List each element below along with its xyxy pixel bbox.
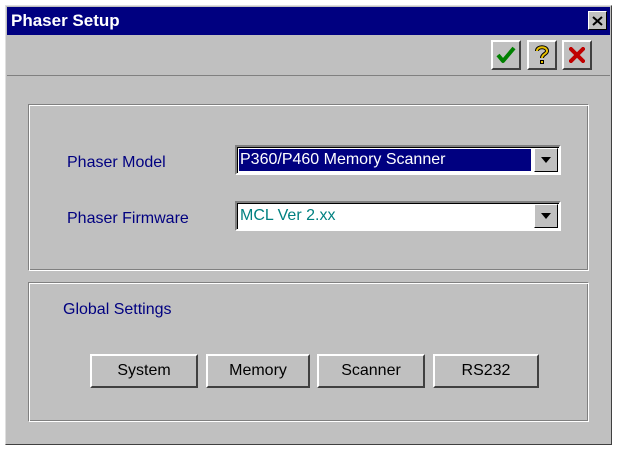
checkmark-icon xyxy=(496,46,516,63)
ok-button[interactable] xyxy=(491,40,521,70)
x-icon xyxy=(569,47,585,63)
toolbar xyxy=(7,35,610,76)
help-button[interactable] xyxy=(527,40,557,70)
phaser-firmware-label: Phaser Firmware xyxy=(67,210,189,227)
rs232-button[interactable]: RS232 xyxy=(433,354,539,388)
phaser-panel: Phaser Model P360/P460 Memory Scanner Ph… xyxy=(28,104,589,271)
chevron-down-icon xyxy=(541,157,551,163)
phaser-model-dropdown[interactable]: P360/P460 Memory Scanner xyxy=(235,145,561,175)
memory-button[interactable]: Memory xyxy=(206,354,310,388)
close-button[interactable] xyxy=(588,11,607,30)
chevron-down-icon xyxy=(541,213,551,219)
cancel-button[interactable] xyxy=(562,40,592,70)
global-settings-title: Global Settings xyxy=(63,301,172,318)
phaser-model-value: P360/P460 Memory Scanner xyxy=(239,149,531,171)
close-icon xyxy=(592,15,603,26)
phaser-firmware-dropdown-button[interactable] xyxy=(534,204,558,228)
phaser-setup-window: Phaser Setup Phaser Model P360/P460 Memo… xyxy=(5,5,612,445)
system-button[interactable]: System xyxy=(90,354,198,388)
phaser-model-dropdown-button[interactable] xyxy=(534,148,558,172)
scanner-button[interactable]: Scanner xyxy=(317,354,425,388)
question-mark-icon xyxy=(535,45,550,64)
phaser-firmware-dropdown[interactable]: MCL Ver 2.xx xyxy=(235,201,561,231)
global-settings-panel: Global Settings xyxy=(28,282,589,422)
phaser-model-label: Phaser Model xyxy=(67,154,166,171)
title-bar[interactable]: Phaser Setup xyxy=(7,7,610,35)
phaser-firmware-value: MCL Ver 2.xx xyxy=(240,207,336,224)
window-title: Phaser Setup xyxy=(11,11,120,30)
